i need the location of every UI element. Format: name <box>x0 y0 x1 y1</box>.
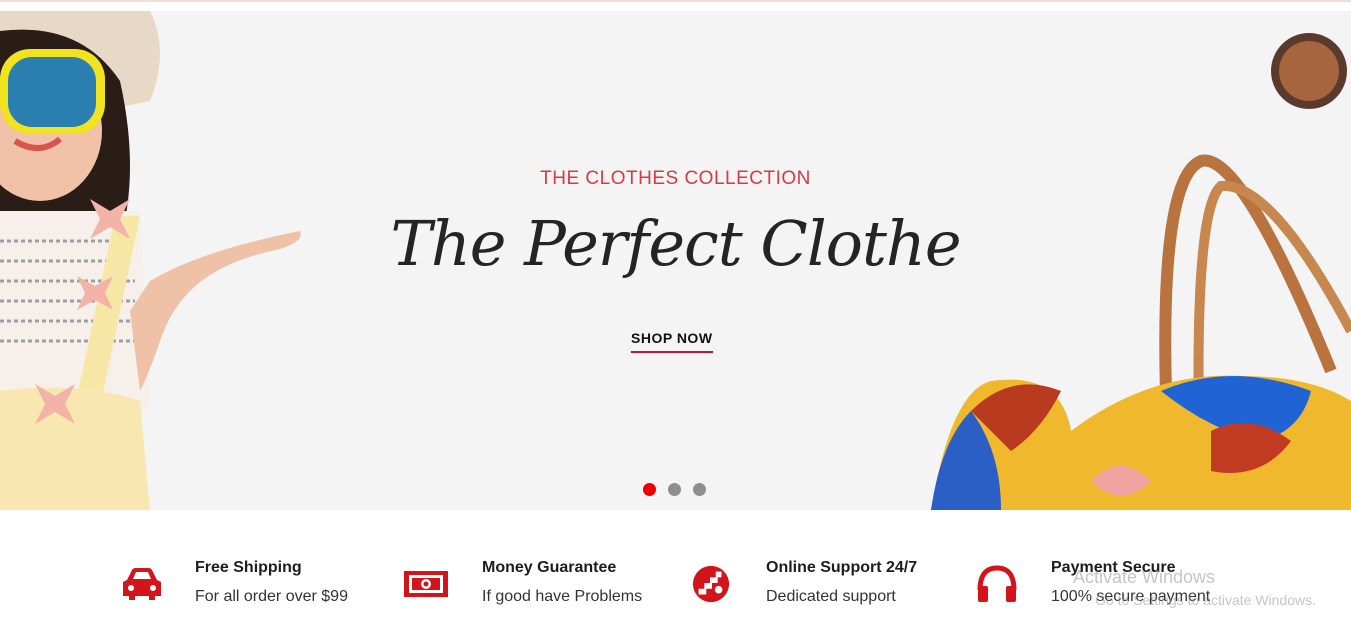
headphones-icon <box>977 565 1017 602</box>
car-icon <box>123 568 161 600</box>
windows-activation-hint: Go to Settings to activate Windows. <box>1095 592 1316 608</box>
money-icon <box>404 571 448 597</box>
slider-dot-1[interactable] <box>643 483 656 496</box>
hero-headline: The Perfect Clothe <box>390 207 961 280</box>
slider-dot-2[interactable] <box>668 483 681 496</box>
windows-activation-watermark: Activate Windows <box>1073 567 1216 587</box>
support-icon <box>692 565 730 603</box>
slider-dot-3[interactable] <box>693 483 706 496</box>
hero-eyebrow: THE CLOTHES COLLECTION <box>540 168 811 189</box>
feature-title: Online Support 24/7 <box>766 559 918 576</box>
top-divider <box>0 0 1351 2</box>
shop-now-button[interactable]: SHOP NOW <box>631 330 713 353</box>
hero-slider: THE CLOTHES COLLECTION The Perfect Cloth… <box>0 11 1351 510</box>
feature-title: Free Shipping <box>195 559 302 576</box>
feature-title: Money Guarantee <box>482 559 617 576</box>
feature-subtitle: Dedicated support <box>766 588 896 605</box>
feature-subtitle: If good have Problems <box>482 588 643 605</box>
slider-dots <box>643 483 706 496</box>
feature-subtitle: For all order over $99 <box>195 588 348 605</box>
